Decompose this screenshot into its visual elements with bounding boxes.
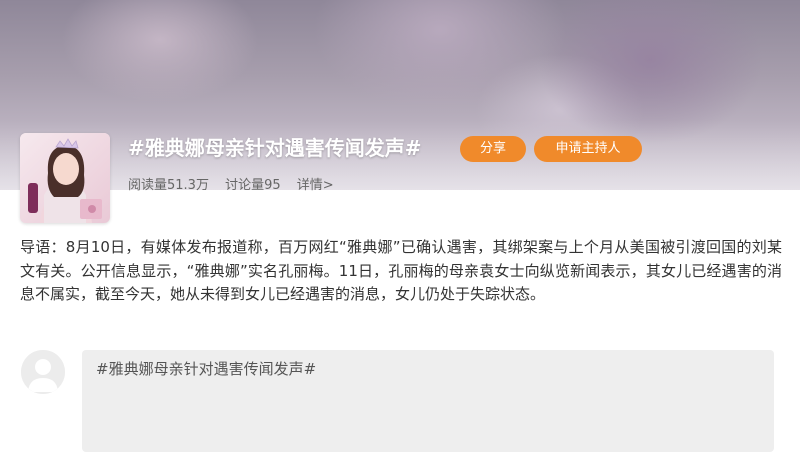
- comment-input[interactable]: #雅典娜母亲针对遇害传闻发声#: [82, 350, 774, 452]
- discussion-count: 讨论量95: [225, 178, 281, 193]
- share-button[interactable]: 分享: [460, 136, 526, 162]
- apply-host-button[interactable]: 申请主持人: [534, 136, 642, 162]
- topic-intro: 导语：8月10日，有媒体发布报道称，百万网红“雅典娜”已确认遇害，其绑架案与上个…: [20, 238, 782, 303]
- read-count: 阅读量51.3万: [128, 178, 209, 193]
- topic-title: #雅典娜母亲针对遇害传闻发声#: [128, 136, 422, 160]
- topic-stats: 阅读量51.3万 讨论量95 详情>: [128, 176, 346, 196]
- default-user-icon: [21, 350, 65, 394]
- details-link[interactable]: 详情>: [297, 178, 334, 193]
- topic-avatar-image: [20, 133, 110, 223]
